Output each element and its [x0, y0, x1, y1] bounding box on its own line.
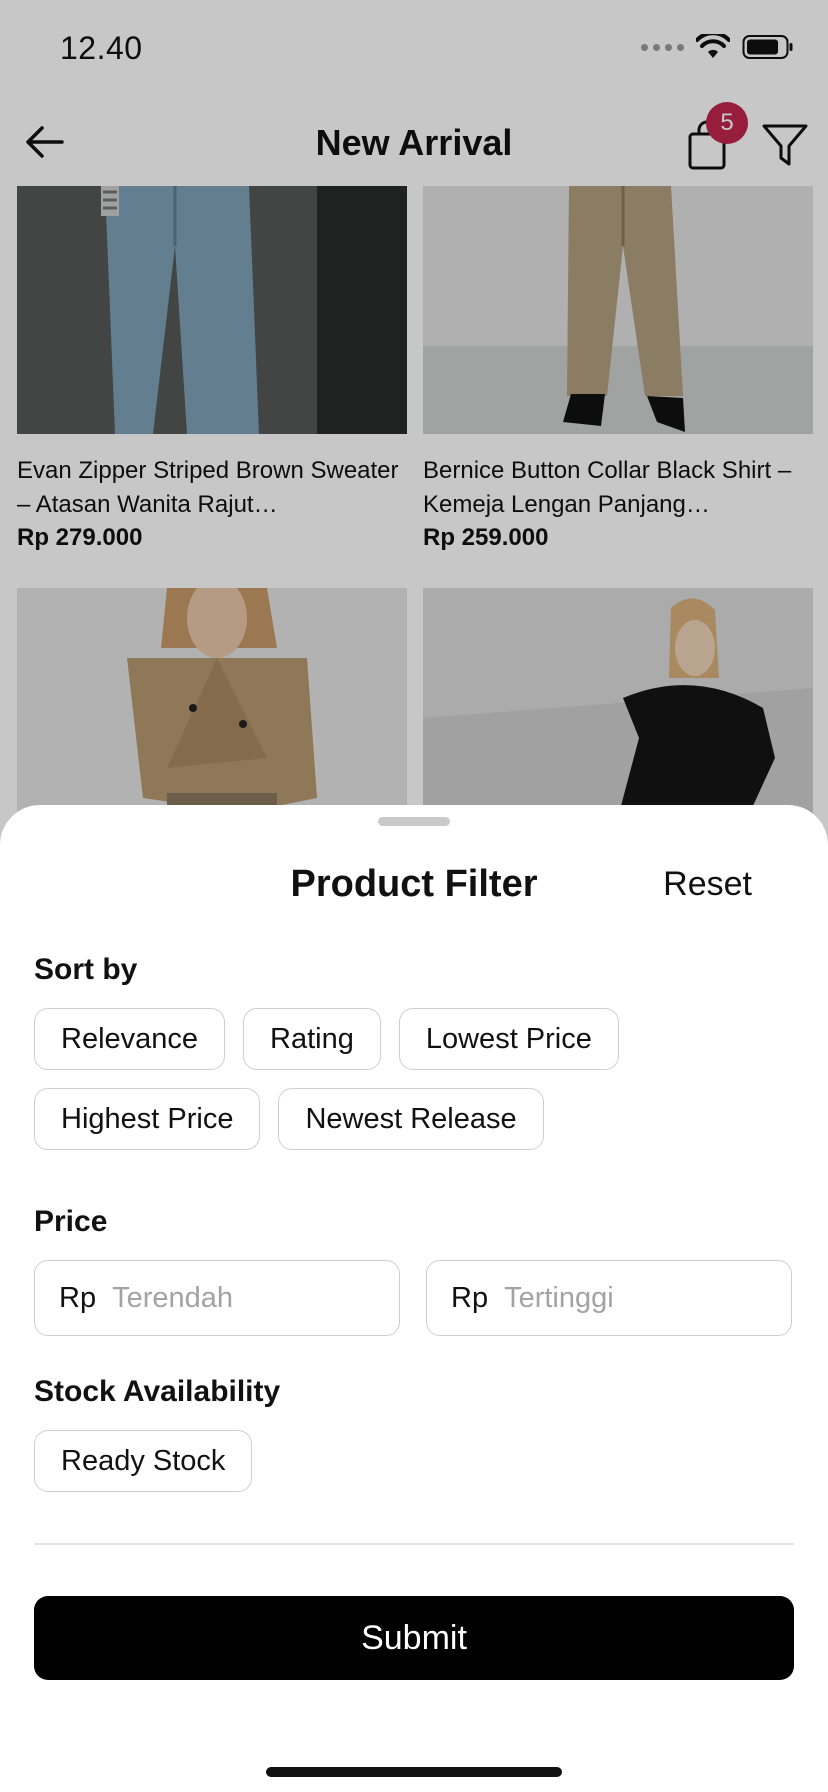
- home-indicator: [266, 1767, 562, 1777]
- currency-prefix: Rp: [451, 1281, 489, 1314]
- filter-bottom-sheet: Product Filter Reset Sort by Relevance R…: [0, 805, 828, 1792]
- min-price-field[interactable]: Rp: [34, 1260, 400, 1336]
- submit-button[interactable]: Submit: [34, 1596, 794, 1680]
- sort-chip-highest-price[interactable]: Highest Price: [34, 1088, 261, 1150]
- stock-options: Ready Stock: [34, 1430, 253, 1492]
- sort-chip-relevance[interactable]: Relevance: [34, 1008, 226, 1070]
- sheet-drag-handle[interactable]: [378, 817, 450, 826]
- min-price-input[interactable]: [112, 1281, 363, 1315]
- stock-availability-label: Stock Availability: [34, 1375, 281, 1408]
- sort-chip-newest-release[interactable]: Newest Release: [278, 1088, 544, 1150]
- sort-options-row-1: Relevance Rating Lowest Price: [34, 1008, 619, 1070]
- stock-chip-ready-stock[interactable]: Ready Stock: [34, 1430, 253, 1492]
- divider: [34, 1543, 794, 1545]
- sort-chip-rating[interactable]: Rating: [243, 1008, 381, 1070]
- price-range: Rp Rp: [34, 1260, 792, 1336]
- max-price-field[interactable]: Rp: [426, 1260, 792, 1336]
- sort-options-row-2: Highest Price Newest Release: [34, 1088, 544, 1150]
- reset-button[interactable]: Reset: [663, 865, 752, 904]
- sort-chip-lowest-price[interactable]: Lowest Price: [398, 1008, 619, 1070]
- price-label: Price: [34, 1205, 108, 1238]
- max-price-input[interactable]: [504, 1281, 755, 1315]
- sort-by-label: Sort by: [34, 953, 138, 986]
- currency-prefix: Rp: [59, 1281, 97, 1314]
